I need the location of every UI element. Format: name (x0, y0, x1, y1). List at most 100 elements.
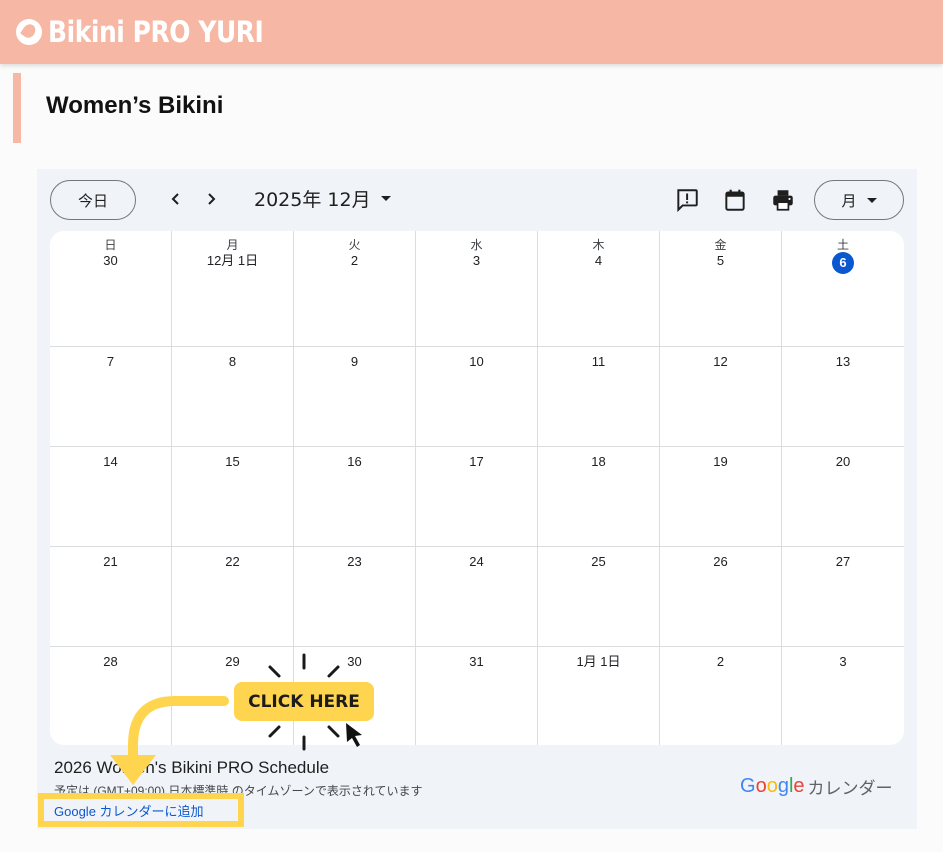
month-picker[interactable]: 2025年 12月 (254, 185, 391, 212)
date-label[interactable]: 3 (832, 653, 854, 675)
today-button[interactable]: 今日 (50, 180, 136, 220)
feedback-button[interactable] (674, 187, 700, 213)
date-label[interactable]: 23 (344, 553, 366, 575)
date-label[interactable]: 27 (832, 553, 854, 575)
day-cell[interactable]: 19 (660, 447, 782, 547)
day-cell[interactable]: 23 (294, 547, 416, 647)
weekday-label: 月 (226, 238, 239, 252)
open-calendar-button[interactable] (722, 187, 748, 213)
prev-month-button[interactable] (164, 187, 188, 211)
dropdown-caret-icon (380, 196, 391, 201)
embedded-calendar: 今日 2025年 12月 月 日 30 月 12月 1日火 2 水 3 木 4 金 5 土 6 7 8 9 10… (37, 169, 917, 829)
day-cell[interactable]: 2 (660, 647, 782, 745)
day-cell[interactable]: 10 (416, 347, 538, 447)
day-cell[interactable]: 8 (172, 347, 294, 447)
click-here-badge: CLICK HERE (234, 682, 374, 721)
brand[interactable]: Bikini PRO YURI (16, 12, 298, 52)
day-cell[interactable]: 9 (294, 347, 416, 447)
day-cell[interactable]: 18 (538, 447, 660, 547)
date-label[interactable]: 25 (588, 553, 610, 575)
day-cell[interactable]: 金5 (660, 231, 782, 347)
view-mode-select[interactable]: 月 (814, 180, 904, 220)
date-label[interactable]: 17 (466, 453, 488, 475)
day-cell[interactable]: 21 (50, 547, 172, 647)
date-label[interactable]: 4 (588, 252, 610, 274)
day-cell[interactable]: 日 30 (50, 231, 172, 347)
date-label[interactable]: 9 (344, 353, 366, 375)
date-label[interactable]: 2 (710, 653, 732, 675)
google-letter: e (793, 775, 805, 797)
google-wordmark: Google (740, 775, 805, 798)
day-cell[interactable]: 14 (50, 447, 172, 547)
day-cell[interactable]: 13 (782, 347, 904, 447)
date-label[interactable]: 13 (832, 353, 854, 375)
google-calendar-logo[interactable]: Google カレンダー (740, 774, 893, 799)
weekday-label: 土 (836, 238, 849, 252)
next-month-button[interactable] (199, 187, 223, 211)
date-label[interactable]: 1月 1日 (576, 653, 620, 675)
date-label[interactable]: 24 (466, 553, 488, 575)
date-label[interactable]: 15 (222, 453, 244, 475)
day-cell[interactable]: 26 (660, 547, 782, 647)
date-label[interactable]: 21 (100, 553, 122, 575)
date-label[interactable]: 5 (710, 252, 732, 274)
date-label[interactable]: 8 (222, 353, 244, 375)
section-accent-bar (13, 73, 21, 143)
date-label[interactable]: 20 (832, 453, 854, 475)
month-title: 2025年 12月 (254, 189, 371, 211)
day-cell[interactable]: 24 (416, 547, 538, 647)
date-label[interactable]: 28 (100, 653, 122, 675)
date-label[interactable]: 2 (344, 252, 366, 274)
day-cell[interactable]: 31 (416, 647, 538, 745)
date-label[interactable]: 12 (710, 353, 732, 375)
date-label[interactable]: 12月 1日 (207, 252, 258, 274)
date-label[interactable]: 11 (588, 353, 610, 375)
day-cell[interactable]: 7 (50, 347, 172, 447)
date-label[interactable]: 7 (100, 353, 122, 375)
day-cell[interactable]: 火2 (294, 231, 416, 347)
day-cell[interactable]: 28 (50, 647, 172, 745)
month-grid: 日 30 月 12月 1日火 2 水 3 木 4 金 5 土 6 7 8 9 10 11 12 13 14 15 16 17 1… (50, 231, 904, 745)
day-cell[interactable]: 12 (660, 347, 782, 447)
day-cell[interactable]: 20 (782, 447, 904, 547)
day-cell[interactable]: 月 12月 1日 (172, 231, 294, 347)
day-cell[interactable]: 22 (172, 547, 294, 647)
date-label[interactable]: 22 (222, 553, 244, 575)
date-label[interactable]: 31 (466, 653, 488, 675)
day-cell[interactable]: 16 (294, 447, 416, 547)
day-cell[interactable]: 17 (416, 447, 538, 547)
date-label[interactable]: 30 (344, 653, 366, 675)
day-cell[interactable]: 木4 (538, 231, 660, 347)
brand-logo-icon (16, 19, 42, 45)
date-label[interactable]: 26 (710, 553, 732, 575)
google-letter: o (755, 775, 767, 797)
date-label[interactable]: 16 (344, 453, 366, 475)
calendar-icon (725, 189, 745, 211)
day-cell[interactable]: 水3 (416, 231, 538, 347)
date-label[interactable]: 6 (832, 252, 854, 274)
calendar-wordmark: カレンダー (807, 779, 893, 798)
date-label[interactable]: 3 (466, 252, 488, 274)
weekday-label: 日 (104, 238, 117, 252)
date-label[interactable]: 10 (466, 353, 488, 375)
google-letter: G (740, 775, 756, 797)
weekday-label: 木 (592, 238, 605, 252)
date-label[interactable]: 29 (222, 653, 244, 675)
day-cell[interactable]: 1月 1日 (538, 647, 660, 745)
day-cell[interactable]: 27 (782, 547, 904, 647)
day-cell[interactable]: 3 (782, 647, 904, 745)
weekday-label: 金 (714, 238, 727, 252)
print-icon (773, 190, 793, 211)
date-label[interactable]: 14 (100, 453, 122, 475)
chevron-down-icon (866, 197, 877, 203)
print-button[interactable] (770, 187, 796, 213)
date-label[interactable]: 30 (100, 252, 122, 274)
chevron-right-icon (208, 193, 216, 205)
date-label[interactable]: 19 (710, 453, 732, 475)
day-cell[interactable]: 土6 (782, 231, 904, 347)
day-cell[interactable]: 11 (538, 347, 660, 447)
page-title: Women’s Bikini (46, 92, 224, 119)
day-cell[interactable]: 25 (538, 547, 660, 647)
day-cell[interactable]: 15 (172, 447, 294, 547)
date-label[interactable]: 18 (588, 453, 610, 475)
